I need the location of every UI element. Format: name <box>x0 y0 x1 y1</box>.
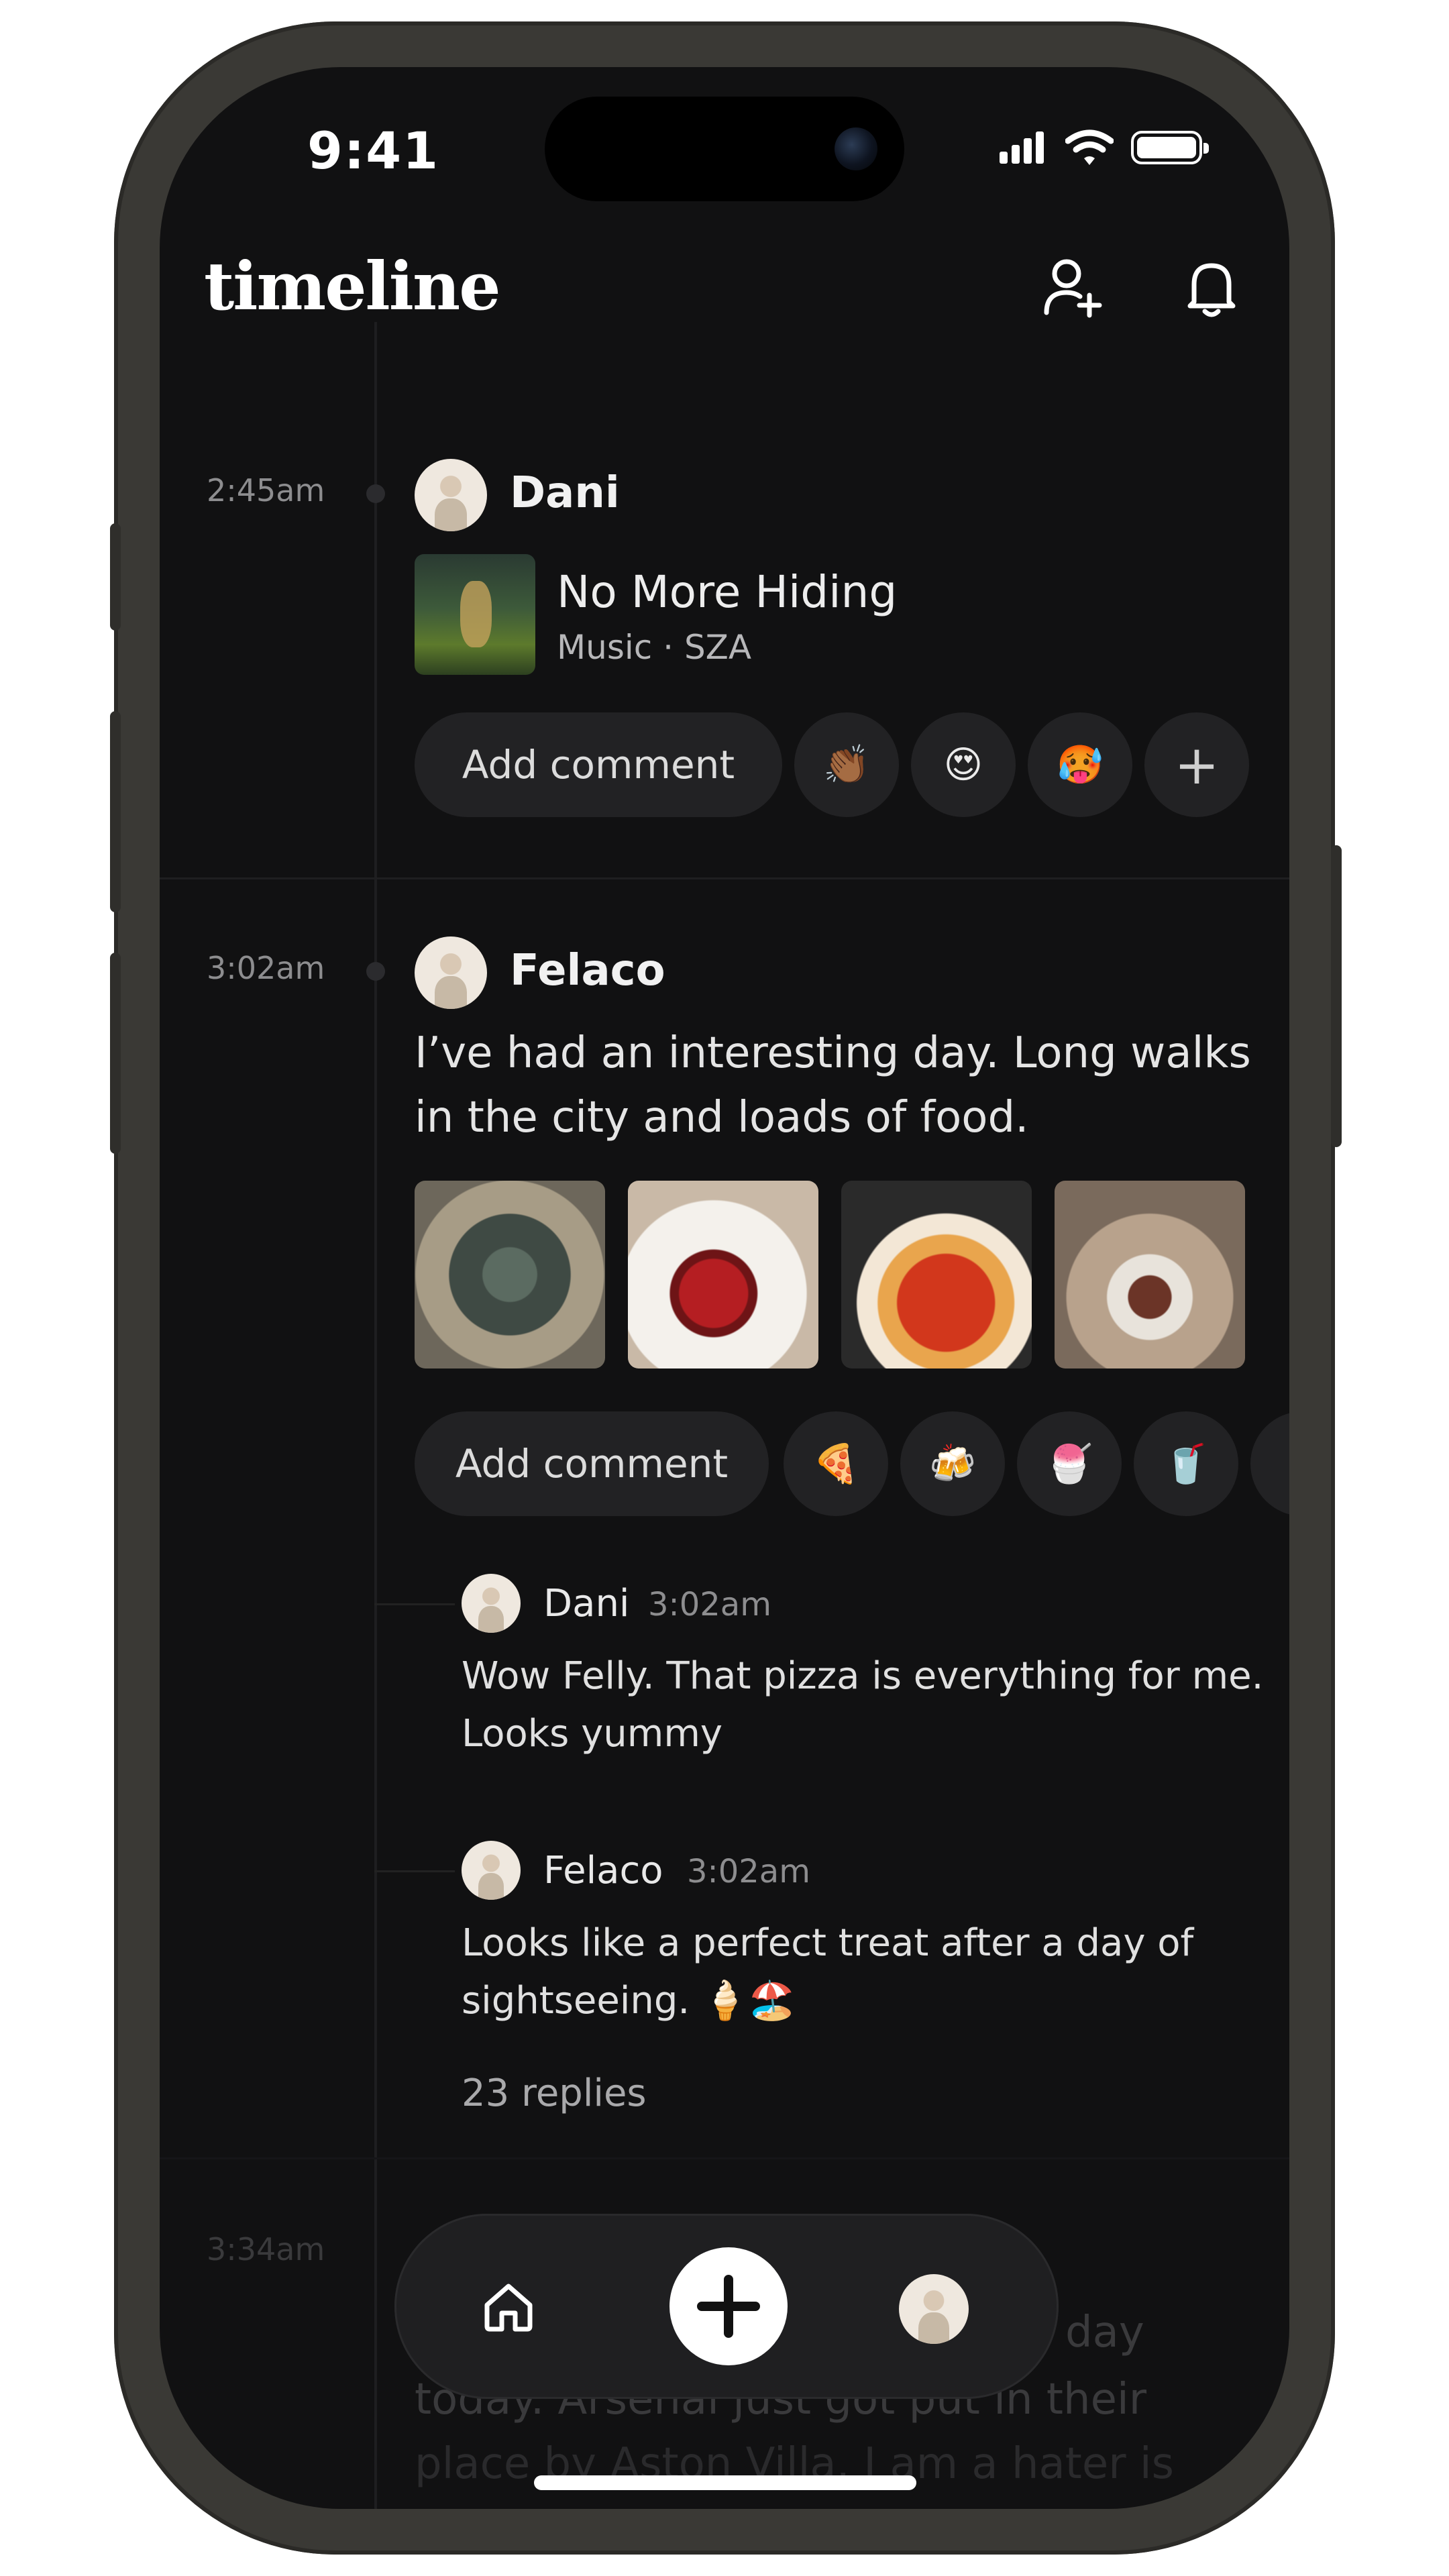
comment-author[interactable]: Felaco <box>543 1849 663 1892</box>
action-button <box>110 523 121 631</box>
avatar[interactable] <box>415 936 487 1009</box>
reaction-beers[interactable]: 🍻 <box>900 1411 1005 1516</box>
battery-icon <box>1131 131 1209 164</box>
avatar[interactable] <box>462 1841 521 1900</box>
album-art[interactable] <box>415 554 535 675</box>
profile-avatar-button[interactable] <box>899 2274 969 2344</box>
reply-connector <box>374 1603 455 1605</box>
app-title: timeline <box>204 248 501 325</box>
reply-connector <box>374 1870 455 1872</box>
reaction-hot-face[interactable]: 🥵 <box>1028 712 1132 817</box>
plus-icon <box>697 2275 760 2338</box>
post-text-line: day <box>1065 2308 1144 2357</box>
camera-icon <box>835 127 877 170</box>
song-title[interactable]: No More Hiding <box>557 566 897 618</box>
bottom-nav-bar <box>394 2214 1059 2399</box>
status-time: 9:41 <box>307 121 440 180</box>
status-icons <box>1000 129 1209 166</box>
photo-drink[interactable] <box>628 1181 818 1368</box>
notifications-bell-icon[interactable] <box>1179 255 1244 319</box>
comment-author[interactable]: Dani <box>543 1582 630 1625</box>
add-comment-button[interactable]: Add comment <box>415 712 782 817</box>
volume-down-button <box>110 953 121 1154</box>
post-time: 3:34am <box>207 2231 325 2267</box>
wifi-icon <box>1065 129 1114 165</box>
reaction-more[interactable] <box>1250 1411 1289 1516</box>
photo-dome[interactable] <box>415 1181 605 1368</box>
timeline-line <box>374 322 377 2509</box>
create-post-button[interactable] <box>669 2247 788 2365</box>
timeline-dot <box>366 962 385 981</box>
add-friend-icon[interactable] <box>1040 255 1104 319</box>
reaction-cup[interactable]: 🥤 <box>1134 1411 1238 1516</box>
add-comment-button[interactable]: Add comment <box>415 1411 769 1516</box>
post-divider <box>160 877 1289 879</box>
comment-text-line: Looks yummy <box>462 1712 723 1756</box>
post-divider <box>160 2157 1289 2159</box>
post-time: 2:45am <box>207 472 325 508</box>
post-text-line: I’ve had an interesting day. Long walks <box>415 1028 1251 1078</box>
post-text-line: in the city and loads of food. <box>415 1093 1029 1142</box>
cellular-signal-icon <box>1000 131 1048 164</box>
photo-dessert[interactable] <box>1055 1181 1245 1368</box>
avatar[interactable] <box>462 1574 521 1633</box>
home-indicator[interactable] <box>534 2475 916 2490</box>
comment-time: 3:02am <box>687 1853 810 1890</box>
reaction-heart-eyes[interactable]: 😍 <box>911 712 1016 817</box>
home-icon[interactable] <box>475 2273 542 2340</box>
timeline-dot <box>366 484 385 503</box>
reaction-clap[interactable]: 👏🏾 <box>794 712 899 817</box>
comment-text-line: sightseeing. 🍦🏖️ <box>462 1979 796 2023</box>
song-subtitle: Music · SZA <box>557 628 752 667</box>
photo-pizza[interactable] <box>841 1181 1032 1368</box>
reaction-shaved-ice[interactable]: 🍧 <box>1017 1411 1122 1516</box>
phone-screen: 9:41 timeline 2:45am Dani No More Hiding… <box>160 67 1289 2509</box>
post-time: 3:02am <box>207 950 325 986</box>
avatar[interactable] <box>415 459 487 531</box>
power-button <box>1331 845 1342 1147</box>
comment-time: 3:02am <box>648 1586 771 1623</box>
volume-up-button <box>110 711 121 912</box>
post-author[interactable]: Dani <box>510 468 620 518</box>
comment-text-line: Wow Felly. That pizza is everything for … <box>462 1654 1264 1698</box>
reaction-pizza[interactable]: 🍕 <box>784 1411 888 1516</box>
dynamic-island <box>545 97 904 201</box>
view-replies-link[interactable]: 23 replies <box>462 2072 647 2115</box>
post-author[interactable]: Felaco <box>510 946 665 996</box>
add-reaction-button[interactable]: + <box>1144 712 1249 817</box>
comment-text-line: Looks like a perfect treat after a day o… <box>462 1921 1194 1965</box>
